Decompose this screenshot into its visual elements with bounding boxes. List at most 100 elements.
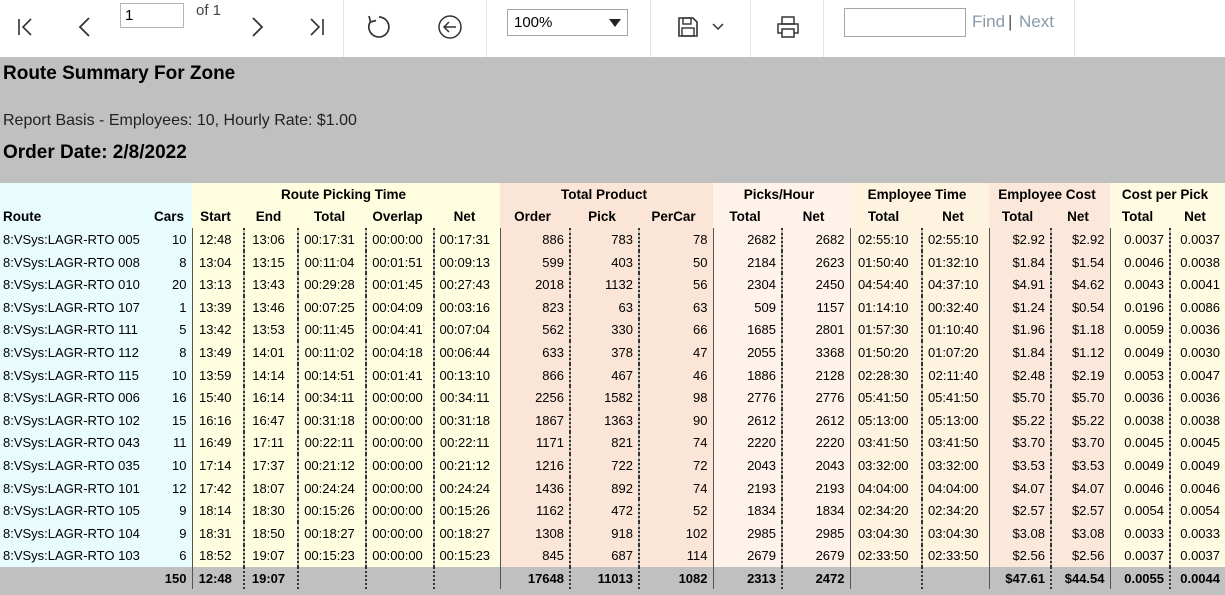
column-header-emp-cost-net: Net [1051,205,1110,229]
cell-total-time: 00:29:28 [298,273,367,296]
cell-pick: 63 [570,295,640,319]
zoom-select[interactable]: 100% [507,9,628,36]
refresh-icon[interactable] [359,8,399,46]
cell-picks-total: 1886 [713,363,783,387]
cell-pick: 918 [570,521,640,545]
cell-total-time: 00:34:11 [298,386,367,409]
total-picks-total: 2313 [713,567,783,590]
cell-picks-net: 2450 [782,273,851,296]
cell-emp-cost-net: $0.54 [1051,295,1111,319]
cell-emp-time-total: 01:50:20 [850,341,923,364]
last-page-icon[interactable] [296,8,336,46]
cell-overlap: 00:00:00 [366,476,435,500]
table-row: 8:VSys:LAGR-RTO 105 9 18:14 18:30 00:15:26 00… [0,499,1225,522]
cell-overlap: 00:00:00 [366,521,435,545]
table-row: 8:VSys:LAGR-RTO 112 8 13:49 14:01 00:11:02 00… [0,341,1225,364]
cell-order: 1216 [500,454,571,477]
cell-end: 17:37 [244,454,299,477]
cell-total-time: 00:21:12 [298,454,367,477]
cell-pick: 378 [570,341,640,364]
cell-overlap: 00:00:00 [366,454,435,477]
column-header-pick: Pick [570,205,639,229]
cell-emp-time-net: 04:04:00 [922,476,990,500]
cell-emp-cost-net: $1.18 [1051,318,1111,342]
total-emp-time-net [922,567,990,590]
cell-order: 2256 [500,386,571,409]
cell-overlap: 00:00:00 [366,386,435,409]
total-per-car: 1082 [639,567,714,590]
cell-emp-cost-total: $2.57 [989,499,1052,522]
cell-order: 845 [500,544,571,568]
page-count-label: of 1 [196,2,222,19]
cell-per-car: 63 [639,295,714,319]
next-page-icon[interactable] [238,8,278,46]
back-icon[interactable] [430,8,470,46]
total-emp-cost-net: $44.54 [1051,567,1111,590]
total-cost-pick-total: 0.0055 [1110,567,1171,590]
cell-end: 13:15 [244,250,299,274]
column-header-route: Route [0,205,151,229]
cell-emp-time-total: 04:04:00 [850,476,923,500]
cell-emp-cost-net: $2.19 [1051,363,1111,387]
cell-cost-pick-total: 0.0049 [1110,341,1171,364]
cell-end: 17:11 [244,431,299,455]
cell-total-time: 00:11:04 [298,250,367,274]
cell-picks-net: 3368 [782,341,851,364]
cell-start: 18:52 [192,544,245,568]
first-page-icon[interactable] [6,8,46,46]
cell-emp-time-total: 02:34:20 [850,499,923,522]
cell-emp-time-total: 04:54:40 [850,273,923,296]
cell-per-car: 56 [639,273,714,296]
cell-overlap: 00:00:00 [366,228,435,251]
find-link[interactable]: Find [972,12,1005,32]
cell-route: 8:VSys:LAGR-RTO 043 [0,431,151,455]
cell-pick: 783 [570,228,640,251]
cell-cost-pick-net: 0.0086 [1170,295,1225,319]
cell-route: 8:VSys:LAGR-RTO 112 [0,341,151,364]
cell-picks-total: 2184 [713,250,783,274]
cell-emp-time-total: 01:50:40 [850,250,923,274]
cell-net-time: 00:21:12 [434,454,501,477]
cell-emp-time-total: 03:04:30 [850,521,923,545]
totals-row: 150 12:48 19:07 17648 11013 1082 2313 2472 $47.6… [0,567,1225,590]
print-icon[interactable] [768,8,808,46]
cell-picks-total: 2985 [713,521,783,545]
cell-order: 1308 [500,521,571,545]
cell-cost-pick-total: 0.0045 [1110,431,1171,455]
cell-total-time: 00:22:11 [298,431,367,455]
find-separator: | [1008,12,1013,31]
cell-start: 16:49 [192,431,245,455]
cell-per-car: 46 [639,363,714,387]
find-next-link[interactable]: Next [1019,12,1054,32]
cell-emp-cost-net: $1.54 [1051,250,1111,274]
cell-cars: 10 [151,454,193,477]
cell-order: 2018 [500,273,571,296]
cell-emp-time-net: 02:33:50 [922,544,990,568]
cell-net-time: 00:31:18 [434,408,501,432]
column-header-cost-pick-net: Net [1170,205,1225,229]
toolbar-divider [650,0,651,57]
cell-total-time: 00:14:51 [298,363,367,387]
table-row: 8:VSys:LAGR-RTO 111 5 13:42 13:53 00:11:45 00… [0,318,1225,342]
cell-overlap: 00:04:41 [366,318,435,342]
cell-emp-cost-total: $4.91 [989,273,1052,296]
cell-total-time: 00:18:27 [298,521,367,545]
cell-total-time: 00:15:26 [298,499,367,522]
cell-overlap: 00:01:41 [366,363,435,387]
cell-emp-cost-net: $2.56 [1051,544,1111,568]
cell-total-time: 00:11:45 [298,318,367,342]
cell-cars: 8 [151,250,193,274]
cell-route: 8:VSys:LAGR-RTO 105 [0,499,151,522]
page-number-input[interactable] [120,3,184,28]
cell-end: 13:06 [244,228,299,251]
find-input[interactable] [844,8,966,37]
cell-picks-total: 1685 [713,318,783,342]
total-cost-pick-net: 0.0044 [1170,567,1225,590]
cell-end: 18:30 [244,499,299,522]
group-header-blank [0,183,192,206]
total-start: 12:48 [192,567,245,590]
save-dropdown-chevron-icon[interactable] [700,8,736,46]
cell-net-time: 00:06:44 [434,341,501,364]
table-row: 8:VSys:LAGR-RTO 008 8 13:04 13:15 00:11:04 00… [0,250,1225,274]
previous-page-icon[interactable] [64,8,104,46]
